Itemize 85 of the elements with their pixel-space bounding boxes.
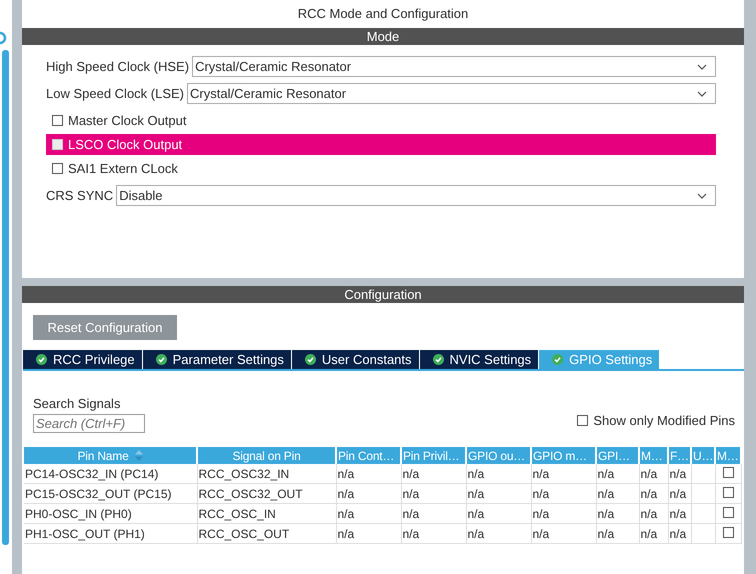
table-cell: n/a [639, 524, 668, 544]
search-label: Search Signals [33, 396, 122, 413]
checkbox[interactable] [52, 115, 63, 126]
scrollbar[interactable] [2, 50, 9, 545]
setting-label: Low Speed Clock (LSE) [46, 86, 184, 101]
table-cell: n/a [596, 464, 639, 484]
checkbox[interactable] [722, 506, 734, 518]
checkbox[interactable] [52, 163, 63, 174]
column-header[interactable]: Pin Cont… [336, 447, 401, 464]
dropdown[interactable]: Disable [116, 185, 716, 206]
table-cell: PC15-OSC32_OUT (PC15) [24, 484, 197, 504]
dropdown[interactable]: Crystal/Ceramic Resonator [192, 56, 716, 77]
reset-button[interactable]: Reset Configuration [33, 315, 177, 340]
column-header[interactable]: M… [715, 447, 741, 464]
setting-label: CRS SYNC [46, 188, 114, 203]
table-cell: n/a [466, 484, 531, 504]
column-header[interactable]: F… [668, 447, 691, 464]
table-cell: n/a [668, 504, 691, 524]
checkbox[interactable] [577, 415, 588, 426]
column-header[interactable]: Pin Privil… [401, 447, 466, 464]
checkbox-label: LSCO Clock Output [68, 137, 182, 152]
panel-title: RCC Mode and Configuration [296, 5, 470, 23]
search-field[interactable]: Search (Ctrl+F) [33, 414, 145, 433]
table-cell: n/a [531, 524, 596, 544]
column-header[interactable]: M… [639, 447, 668, 464]
table-cell: n/a [466, 464, 531, 484]
table-cell: PH0-OSC_IN (PH0) [24, 504, 197, 524]
section-header: Mode [22, 28, 744, 45]
table-cell: n/a [639, 484, 668, 504]
table-cell: PH1-OSC_OUT (PH1) [24, 524, 197, 544]
sort-icon [134, 450, 143, 461]
tab[interactable]: GPIO Settings [539, 350, 660, 369]
table-cell: n/a [466, 524, 531, 544]
tab[interactable]: User Constants [292, 350, 420, 369]
table-cell: PC14-OSC32_IN (PC14) [24, 464, 197, 484]
table-cell: n/a [596, 484, 639, 504]
chevron-icon [697, 64, 707, 70]
tab[interactable]: NVIC Settings [420, 350, 540, 369]
tab[interactable]: Parameter Settings [142, 350, 292, 369]
checkbox[interactable] [722, 486, 734, 498]
table-cell: n/a [668, 524, 691, 544]
tab[interactable]: RCC Privilege [23, 350, 143, 369]
table-cell: RCC_OSC32_IN [197, 464, 336, 484]
check-icon [304, 354, 316, 365]
dropdown[interactable]: Crystal/Ceramic Resonator [187, 83, 716, 104]
chevron-icon [697, 192, 707, 198]
table-cell: n/a [401, 484, 466, 504]
table-cell: n/a [639, 504, 668, 524]
column-header[interactable]: U… [691, 447, 715, 464]
chevron-icon [697, 90, 707, 96]
column-header[interactable]: GPI… [596, 447, 639, 464]
checkbox-label: Master Clock Output [68, 113, 186, 128]
table-cell: RCC_OSC_OUT [197, 524, 336, 544]
table-cell: n/a [401, 504, 466, 524]
checkbox[interactable] [722, 526, 734, 538]
table-cell: n/a [531, 464, 596, 484]
table-cell: n/a [401, 464, 466, 484]
table-cell: n/a [336, 484, 401, 504]
checkbox-label: SAI1 Extern CLock [68, 161, 178, 176]
table-cell: RCC_OSC_IN [197, 504, 336, 524]
table-cell: n/a [401, 524, 466, 544]
table-cell: n/a [596, 524, 639, 544]
check-icon [432, 354, 444, 365]
table-cell: n/a [639, 464, 668, 484]
table-cell: n/a [668, 464, 691, 484]
section-header: Configuration [22, 286, 744, 303]
column-header[interactable]: GPIO ou… [466, 447, 531, 464]
table-cell: n/a [531, 504, 596, 524]
table-cell: n/a [531, 484, 596, 504]
checkbox[interactable] [722, 466, 734, 478]
table-cell: n/a [336, 464, 401, 484]
check-icon [156, 354, 167, 365]
column-header[interactable]: Signal on Pin [197, 447, 336, 464]
table-cell: n/a [596, 504, 639, 524]
table-cell: n/a [336, 504, 401, 524]
column-header[interactable]: GPIO m… [531, 447, 596, 464]
check-icon [36, 354, 47, 365]
table-cell: n/a [336, 524, 401, 544]
setting-label: High Speed Clock (HSE) [46, 59, 190, 74]
checkbox-label: Show only Modified Pins [593, 413, 735, 428]
table-cell: n/a [466, 504, 531, 524]
table-cell: RCC_OSC32_OUT [197, 484, 336, 504]
table-cell: n/a [668, 484, 691, 504]
column-header[interactable]: Pin Name [24, 447, 197, 464]
check-icon [552, 354, 564, 365]
